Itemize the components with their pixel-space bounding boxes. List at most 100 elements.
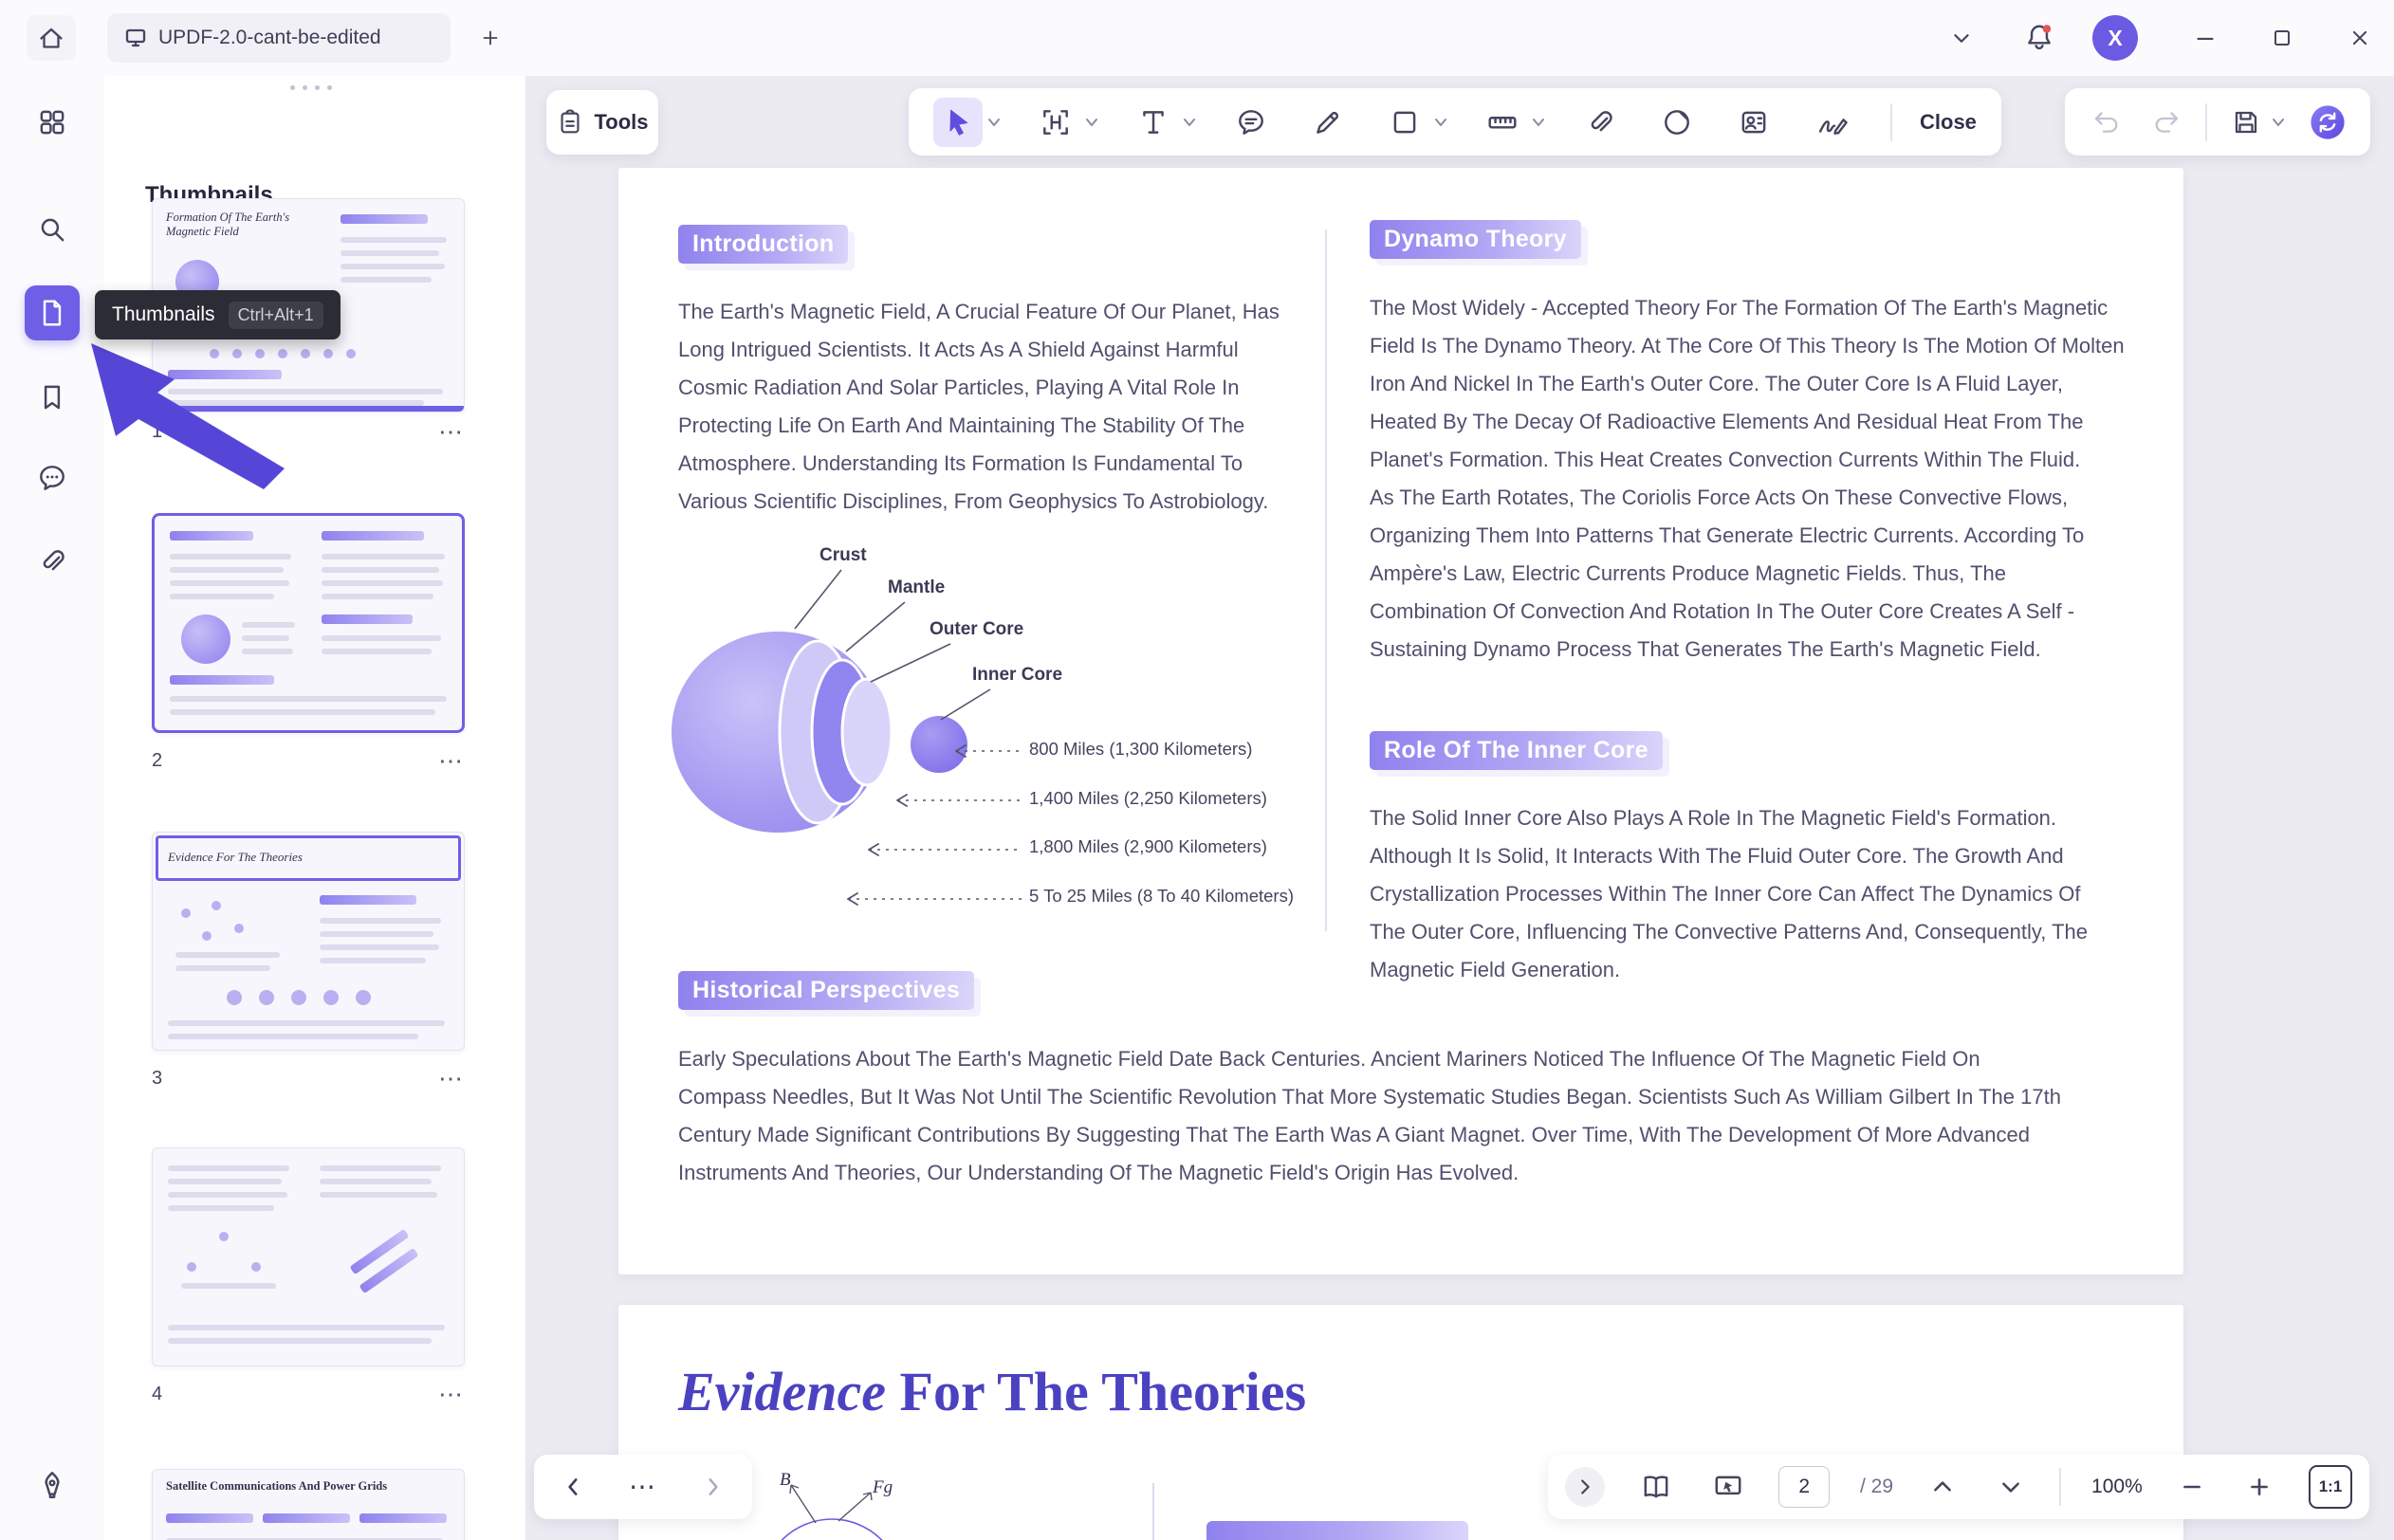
- zoom-out-button[interactable]: [2173, 1468, 2211, 1506]
- zoom-level-button[interactable]: 100%: [2091, 1476, 2143, 1498]
- sign-button[interactable]: [22, 1455, 83, 1515]
- chevron-right-icon: [700, 1475, 725, 1499]
- pages-more-button[interactable]: ⋯: [629, 1477, 657, 1496]
- page-thumbnail-4[interactable]: [152, 1147, 465, 1366]
- sync-share-button[interactable]: [2306, 101, 2349, 144]
- text-dropdown-chevron[interactable]: [1180, 113, 1199, 132]
- page-number-label: 2: [152, 750, 162, 772]
- bookmarks-button[interactable]: [22, 367, 83, 428]
- undo-button[interactable]: [2086, 101, 2127, 143]
- thumbnails-button[interactable]: [25, 285, 80, 340]
- close-toolbar-button[interactable]: Close: [1920, 110, 1977, 135]
- signature-tool-button[interactable]: [1806, 98, 1863, 147]
- page-number-input[interactable]: [1778, 1466, 1830, 1508]
- save-button[interactable]: [2225, 101, 2267, 143]
- page-total-label: / 29: [1860, 1476, 1893, 1498]
- page1-menu-button[interactable]: ⋯: [438, 422, 465, 441]
- mantle-label: Mantle: [888, 578, 945, 598]
- page-thumbnail-2[interactable]: [152, 513, 465, 733]
- attachments-button[interactable]: [22, 531, 83, 592]
- collapse-toolbar-button[interactable]: [1941, 17, 1982, 59]
- zoom-in-button[interactable]: [2240, 1468, 2278, 1506]
- page-layout-button[interactable]: [1635, 1466, 1677, 1508]
- sync-circle-icon: [2307, 101, 2348, 143]
- page2-menu-button[interactable]: ⋯: [438, 751, 465, 770]
- prev-page-button[interactable]: [557, 1470, 591, 1504]
- select-dropdown-chevron[interactable]: [985, 113, 1004, 132]
- notifications-button[interactable]: [2018, 17, 2060, 59]
- minimize-button[interactable]: [2184, 17, 2226, 59]
- intro-paragraph: The Earth's Magnetic Field, A Crucial Fe…: [678, 293, 1299, 521]
- sticker-icon: [1661, 106, 1693, 138]
- actions-divider: [2205, 103, 2207, 141]
- slideshow-button[interactable]: [1707, 1466, 1749, 1508]
- page3-title-rest: For The Theories: [886, 1361, 1306, 1422]
- document-icon: [36, 297, 68, 329]
- dynamo-heading: Dynamo Theory: [1370, 220, 1581, 259]
- chevron-up-icon: [1930, 1475, 1955, 1499]
- maximize-button[interactable]: [2261, 17, 2303, 59]
- pen-icon: [1312, 106, 1344, 138]
- panel-drag-handle[interactable]: [290, 85, 332, 90]
- close-window-button[interactable]: [2339, 17, 2381, 59]
- account-avatar[interactable]: X: [2092, 15, 2138, 61]
- tools-strip: Close: [909, 88, 2001, 156]
- field-figure-graphic: [732, 1468, 950, 1540]
- apps-grid-button[interactable]: [22, 92, 83, 153]
- edit-tool-button[interactable]: [1031, 98, 1080, 147]
- undo-icon: [2091, 107, 2122, 138]
- comment-tool-button[interactable]: [1226, 98, 1276, 147]
- cursor-arrow-icon: [83, 338, 307, 504]
- measure-tool-button[interactable]: [1478, 98, 1527, 147]
- search-button[interactable]: [22, 199, 83, 260]
- previous-page-chevron-button[interactable]: [1924, 1468, 1961, 1506]
- attachment-tool-button[interactable]: [1575, 98, 1625, 147]
- paperclip-icon: [36, 545, 68, 578]
- save-dropdown-chevron[interactable]: [2269, 113, 2288, 132]
- document-canvas[interactable]: Tools: [526, 76, 2394, 1540]
- dynamo-paragraph-1: The Most Widely - Accepted Theory For Th…: [1370, 289, 2128, 479]
- bookmark-icon: [36, 381, 68, 413]
- document-tab[interactable]: UPDF-2.0-cant-be-edited: [107, 13, 451, 63]
- thumb5-title: Satellite Communications And Power Grids: [166, 1479, 403, 1494]
- measure-dropdown-chevron[interactable]: [1529, 113, 1548, 132]
- text-icon: [1137, 106, 1169, 138]
- minimize-icon: [2191, 24, 2219, 52]
- sticker-tool-button[interactable]: [1652, 98, 1702, 147]
- home-button[interactable]: [27, 15, 76, 61]
- new-tab-button[interactable]: [471, 19, 509, 57]
- thumbnails-tooltip: Thumbnails Ctrl+Alt+1: [95, 290, 341, 339]
- shape-dropdown-chevron[interactable]: [1431, 113, 1450, 132]
- page4-menu-button[interactable]: ⋯: [438, 1384, 465, 1403]
- thumb1-title: Formation Of The Earth's Magnetic Field: [166, 211, 318, 239]
- crust-label: Crust: [819, 545, 867, 566]
- redo-button[interactable]: [2145, 101, 2187, 143]
- page-thumbnail-3[interactable]: Evidence For The Theories: [152, 832, 465, 1051]
- close-icon: [2347, 25, 2373, 51]
- view-controls-bar: / 29 100% 1:1: [1548, 1455, 2369, 1519]
- measurement-label-3: 1,800 Miles (2,900 Kilometers): [1029, 836, 1267, 857]
- field-figure-partial: B Fg: [732, 1468, 950, 1540]
- stamp-tool-button[interactable]: [1729, 98, 1778, 147]
- open-book-icon: [1640, 1471, 1672, 1503]
- page-thumbnail-5[interactable]: Satellite Communications And Power Grids: [152, 1469, 465, 1540]
- page3-partial-heading-badge: [1206, 1521, 1468, 1540]
- text-tool-button[interactable]: [1129, 98, 1178, 147]
- role-paragraph: The Solid Inner Core Also Plays A Role I…: [1370, 799, 2100, 989]
- notification-dot: [2043, 25, 2052, 33]
- controls-divider: [2059, 1468, 2061, 1506]
- select-tool-button[interactable]: [933, 98, 983, 147]
- expand-controls-button[interactable]: [1565, 1467, 1605, 1507]
- chevron-down-icon: [1998, 1475, 2023, 1499]
- pencil-tool-button[interactable]: [1303, 98, 1353, 147]
- outer-core-label: Outer Core: [930, 619, 1023, 640]
- shape-tool-button[interactable]: [1380, 98, 1429, 147]
- tools-label: Tools: [594, 110, 648, 135]
- tools-button[interactable]: Tools: [546, 90, 658, 155]
- next-page-chevron-button[interactable]: [1992, 1468, 2030, 1506]
- comments-button[interactable]: [22, 448, 83, 508]
- page3-menu-button[interactable]: ⋯: [438, 1069, 465, 1088]
- next-page-button[interactable]: [695, 1470, 729, 1504]
- edit-dropdown-chevron[interactable]: [1082, 113, 1101, 132]
- actual-size-button[interactable]: 1:1: [2309, 1465, 2352, 1509]
